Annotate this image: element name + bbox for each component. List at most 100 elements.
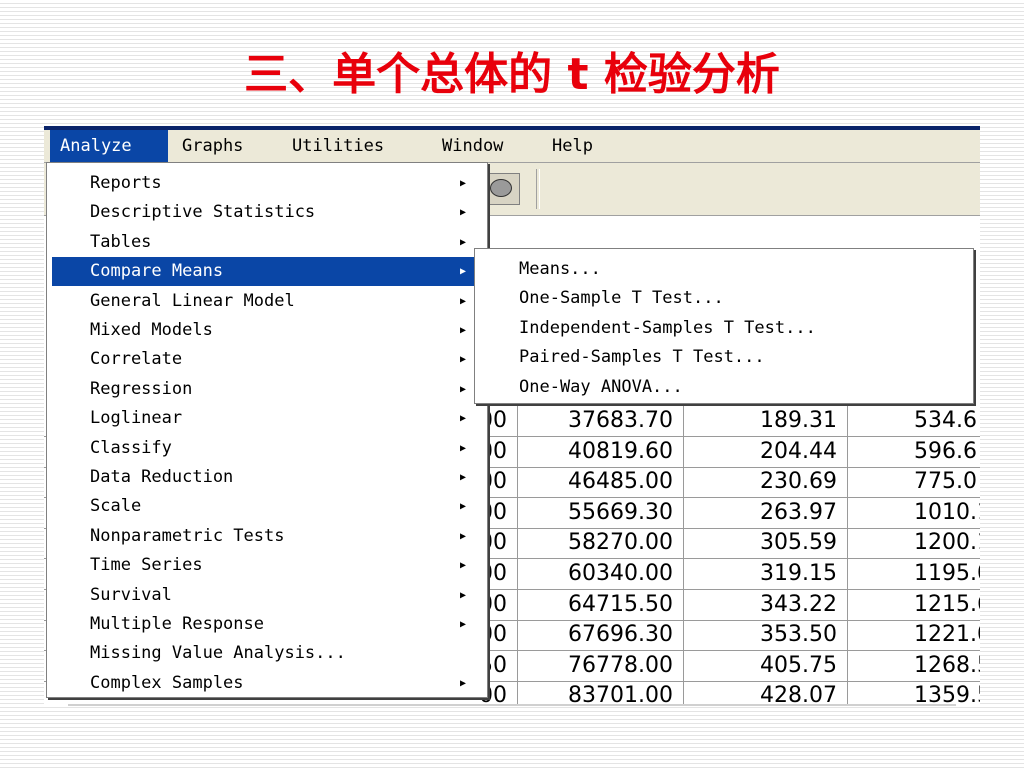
menu-item-regression[interactable]: Regression ▶ (52, 375, 482, 404)
menu-item-general-linear-model[interactable]: General Linear Model ▶ (52, 287, 482, 316)
submenu-item-one-way-anova[interactable]: One-Way ANOVA... (479, 373, 969, 402)
menu-item-label: Compare Means (90, 261, 224, 282)
submenu-item-means[interactable]: Means... (479, 255, 969, 284)
menu-window[interactable]: Window (432, 130, 536, 162)
table-cell[interactable]: 83701.00 (518, 681, 684, 706)
menu-item-label: Correlate (90, 349, 183, 370)
submenu-arrow-icon: ▶ (459, 619, 466, 630)
slide-footer-line (68, 704, 956, 706)
table-cell[interactable]: 534.6 (848, 406, 980, 436)
menu-item-label: Data Reduction (90, 467, 234, 487)
menu-item-label: Descriptive Statistics (90, 202, 316, 223)
compare-means-submenu: Means... One-Sample T Test... Independent-… (474, 248, 974, 404)
submenu-arrow-icon: ▶ (459, 442, 466, 454)
menu-item-label: General Linear Model (90, 290, 295, 311)
menu-item-label: Classify (90, 437, 172, 458)
submenu-arrow-icon: ▶ (459, 677, 466, 689)
submenu-arrow-icon: ▶ (459, 295, 466, 307)
toolbar-button[interactable] (484, 173, 520, 205)
menu-item-time-series[interactable]: Time Series ▶ (52, 551, 482, 580)
submenu-arrow-icon: ▶ (459, 325, 466, 336)
menu-item-descriptive-statistics[interactable]: Descriptive Statistics ▶ (52, 198, 482, 227)
menu-item-survival[interactable]: Survival ▶ (52, 581, 482, 610)
table-cell[interactable]: 596.6 (848, 437, 980, 467)
menu-item-scale[interactable]: Scale ▶ (52, 492, 482, 521)
menu-item-correlate[interactable]: Correlate ▶ (52, 345, 482, 374)
menu-item-mixed-models[interactable]: Mixed Models ▶ (52, 316, 482, 345)
submenu-arrow-icon: ▶ (459, 383, 466, 395)
table-cell[interactable]: 230.69 (684, 467, 848, 498)
table-cell[interactable]: 204.44 (684, 436, 848, 467)
table-cell[interactable]: 1200.1 (848, 528, 980, 558)
menu-item-compare-means[interactable]: Compare Means ▶ (52, 257, 482, 287)
menu-item-nonparametric-tests[interactable]: Nonparametric Tests ▶ (52, 522, 482, 551)
submenu-item-paired-samples-t-test[interactable]: Paired-Samples T Test... (479, 343, 969, 372)
submenu-arrow-icon: ▶ (459, 354, 466, 366)
menu-item-label: Nonparametric Tests (90, 525, 285, 546)
menu-item-label: Complex Samples (90, 672, 244, 693)
table-cell[interactable]: 305.59 (684, 528, 848, 559)
toolbar-tool-icon (490, 179, 512, 197)
table-cell[interactable]: 1010.1 (848, 498, 980, 528)
table-cell[interactable]: 1215.6 (848, 590, 980, 620)
menu-graphs[interactable]: Graphs (172, 130, 276, 162)
menu-item-label: Scale (90, 496, 142, 517)
menu-item-loglinear[interactable]: Loglinear ▶ (52, 404, 482, 433)
menu-item-multiple-response[interactable]: Multiple Response ▶ (52, 610, 482, 639)
table-cell[interactable]: 775.0 (848, 467, 980, 497)
table-cell[interactable]: 67696.30 (518, 620, 684, 651)
menu-item-label: Loglinear (90, 408, 183, 429)
submenu-arrow-icon: ▶ (459, 266, 466, 278)
menu-item-label: Time Series (90, 555, 203, 576)
toolbar-separator (536, 169, 540, 209)
menu-item-label: Tables (90, 231, 152, 252)
menu-item-data-reduction[interactable]: Data Reduction ▶ (52, 463, 482, 492)
submenu-arrow-icon: ▶ (459, 589, 466, 601)
table-cell[interactable]: 64715.50 (518, 589, 684, 620)
menu-item-missing-value-analysis[interactable]: Missing Value Analysis... (52, 639, 482, 668)
menu-analyze[interactable]: Analyze (50, 130, 168, 162)
table-cell[interactable]: 46485.00 (518, 467, 684, 498)
table-cell[interactable]: 37683.70 (518, 406, 684, 436)
menu-bar: Analyze Graphs Utilities Window Help (44, 130, 980, 163)
menu-item-reports[interactable]: Reports ▶ (52, 169, 482, 198)
table-cell[interactable]: 343.22 (684, 589, 848, 620)
menu-item-label: Reports (90, 173, 162, 193)
menu-item-label: Mixed Models (90, 320, 213, 340)
submenu-arrow-icon: ▶ (459, 207, 466, 219)
submenu-arrow-icon: ▶ (459, 413, 466, 425)
submenu-arrow-icon: ▶ (459, 530, 466, 542)
table-cell[interactable]: 60340.00 (518, 559, 684, 589)
menu-item-label: Missing Value Analysis... (90, 643, 346, 664)
submenu-arrow-icon: ▶ (459, 178, 466, 189)
submenu-item-one-sample-t-test[interactable]: One-Sample T Test... (479, 284, 969, 313)
table-cell[interactable]: 263.97 (684, 497, 848, 528)
table-cell[interactable]: 319.15 (684, 559, 848, 589)
menu-utilities[interactable]: Utilities (282, 130, 422, 162)
analyze-menu: Reports ▶ Descriptive Statistics ▶ Tables ▶ Co… (46, 162, 488, 698)
menu-item-label: Regression (90, 378, 193, 399)
table-cell[interactable]: 353.50 (684, 620, 848, 651)
table-cell[interactable]: 76778.00 (518, 650, 684, 681)
table-cell[interactable]: 1195.0 (848, 559, 980, 589)
table-cell[interactable]: 428.07 (684, 681, 848, 706)
table-cell[interactable]: 58270.00 (518, 528, 684, 559)
table-cell[interactable]: 40819.60 (518, 436, 684, 467)
table-cell[interactable]: 1268.5 (848, 651, 980, 681)
table-cell[interactable]: 1221.0 (848, 620, 980, 650)
table-cell[interactable]: 405.75 (684, 650, 848, 681)
submenu-arrow-icon: ▶ (459, 560, 466, 572)
submenu-item-independent-samples-t-test[interactable]: Independent-Samples T Test... (479, 314, 969, 343)
spss-window: Analyze Graphs Utilities Window Help 00 3… (44, 126, 980, 706)
submenu-arrow-icon: ▶ (459, 236, 466, 248)
menu-item-label: Survival (90, 584, 172, 605)
menu-item-classify[interactable]: Classify ▶ (52, 434, 482, 463)
slide-title: 三、单个总体的 t 检验分析 (244, 49, 780, 100)
menu-help[interactable]: Help (542, 130, 622, 162)
table-cell[interactable]: 189.31 (684, 406, 848, 436)
submenu-arrow-icon: ▶ (459, 472, 466, 483)
menu-item-tables[interactable]: Tables ▶ (52, 228, 482, 257)
table-cell[interactable]: 55669.30 (518, 497, 684, 528)
menu-item-complex-samples[interactable]: Complex Samples ▶ (52, 669, 482, 698)
table-cell[interactable]: 1359.5 (848, 681, 980, 706)
